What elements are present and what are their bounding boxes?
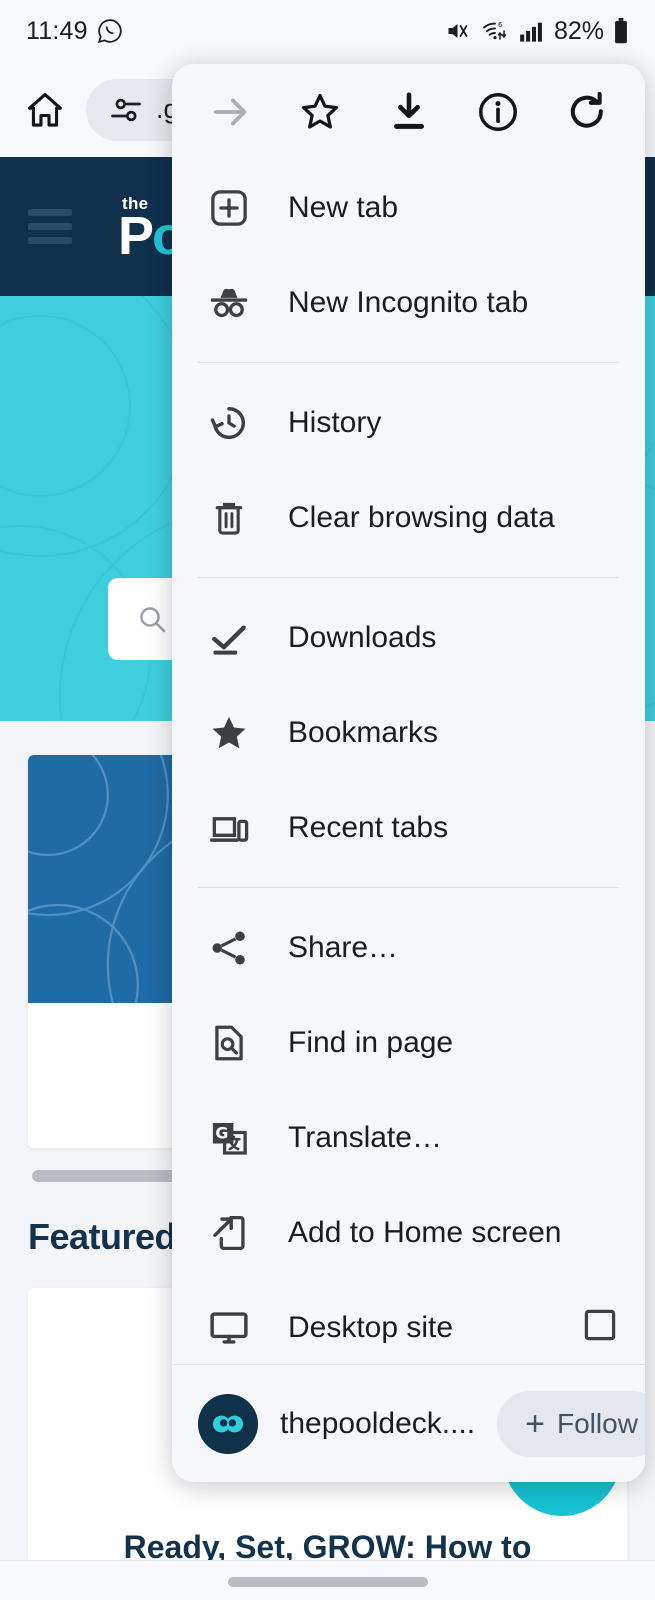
download-icon[interactable]	[376, 79, 442, 145]
menu-site-footer: thepooldeck.... + Follow	[172, 1364, 645, 1482]
menu-item-downloads[interactable]: Downloads	[172, 590, 645, 685]
star-filled-icon	[198, 711, 260, 755]
menu-item-label: Translate…	[288, 1120, 442, 1154]
svg-text:6: 6	[498, 21, 503, 29]
share-icon	[198, 926, 260, 970]
incognito-icon	[198, 281, 260, 325]
find-in-page-icon	[198, 1021, 260, 1065]
desktop-site-checkbox[interactable]	[581, 1306, 619, 1349]
menu-separator	[198, 577, 619, 578]
menu-item-label: New tab	[288, 190, 399, 224]
trash-icon	[198, 496, 260, 540]
home-gesture-pill[interactable]	[227, 1577, 428, 1587]
menu-item-desktop-site[interactable]: Desktop site	[172, 1280, 645, 1364]
whatsapp-icon	[97, 18, 123, 44]
recent-tabs-icon	[198, 806, 260, 850]
menu-quick-actions	[172, 64, 645, 160]
svg-text:G: G	[215, 1123, 228, 1142]
menu-item-label: History	[288, 405, 382, 439]
history-icon	[198, 401, 260, 445]
menu-item-new-incognito-tab[interactable]: New Incognito tab	[172, 255, 645, 350]
menu-item-label: Clear browsing data	[288, 500, 555, 534]
menu-item-label: Find in page	[288, 1025, 454, 1059]
menu-item-new-tab[interactable]: New tab	[172, 160, 645, 255]
phone-screen: 11:49 6 82% .g the P Featured to Ready, …	[0, 0, 655, 1600]
desktop-icon	[198, 1306, 260, 1350]
menu-item-label: Share…	[288, 930, 399, 964]
hamburger-icon[interactable]	[28, 209, 72, 244]
menu-item-translate[interactable]: G Translate…	[172, 1090, 645, 1185]
menu-item-clear-browsing-data[interactable]: Clear browsing data	[172, 470, 645, 565]
menu-item-label: Recent tabs	[288, 810, 449, 844]
menu-items-list: New tab New Incognito tab History Clear …	[172, 160, 645, 1364]
downloads-check-icon	[198, 616, 260, 660]
search-icon	[136, 603, 168, 635]
follow-button[interactable]: + Follow	[497, 1390, 645, 1457]
new-tab-icon	[198, 186, 260, 230]
pooldeck-avatar-icon	[198, 1393, 258, 1454]
translate-icon: G	[198, 1116, 260, 1160]
status-bar-left: 11:49	[26, 17, 123, 46]
reload-icon[interactable]	[554, 79, 620, 145]
follow-label: Follow	[557, 1407, 638, 1439]
clock: 11:49	[26, 16, 88, 45]
menu-item-bookmarks[interactable]: Bookmarks	[172, 685, 645, 780]
menu-item-label: Add to Home screen	[288, 1215, 562, 1249]
menu-item-recent-tabs[interactable]: Recent tabs	[172, 780, 645, 875]
add-to-home-icon	[198, 1211, 260, 1255]
menu-item-label: Downloads	[288, 620, 437, 654]
site-name: thepooldeck....	[280, 1406, 476, 1440]
system-nav-bar	[0, 1560, 655, 1600]
menu-item-label: Bookmarks	[288, 715, 439, 749]
menu-item-label: New Incognito tab	[288, 285, 529, 319]
star-outline-icon[interactable]	[287, 79, 353, 145]
home-icon[interactable]	[18, 83, 72, 137]
forward-arrow-icon[interactable]	[198, 79, 264, 145]
menu-item-history[interactable]: History	[172, 375, 645, 470]
battery-percent: 82%	[553, 16, 604, 45]
tune-icon[interactable]	[108, 92, 144, 128]
menu-item-find-in-page[interactable]: Find in page	[172, 995, 645, 1090]
info-circle-icon[interactable]	[465, 79, 531, 145]
wifi6-icon: 6	[480, 19, 510, 43]
menu-separator	[198, 362, 619, 363]
chrome-overflow-menu: New tab New Incognito tab History Clear …	[172, 64, 645, 1482]
menu-separator	[198, 887, 619, 888]
status-bar-right: 6 82%	[444, 17, 629, 46]
menu-item-share[interactable]: Share…	[172, 900, 645, 995]
status-bar: 11:49 6 82%	[0, 0, 655, 62]
menu-item-add-to-home-screen[interactable]: Add to Home screen	[172, 1185, 645, 1280]
menu-item-label: Desktop site	[288, 1310, 454, 1344]
mute-icon	[444, 19, 471, 43]
battery-icon	[613, 18, 629, 44]
plus-icon: +	[525, 1404, 545, 1443]
signal-icon	[519, 20, 545, 42]
